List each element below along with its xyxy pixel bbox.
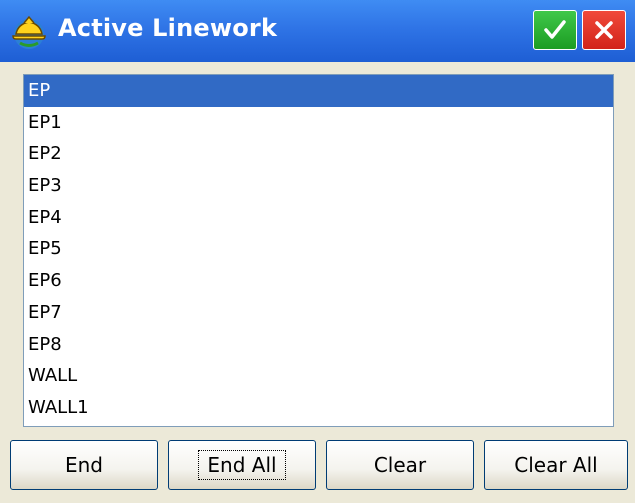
list-item[interactable]: EP6 bbox=[24, 265, 613, 297]
end-button[interactable]: End bbox=[10, 440, 158, 490]
title-bar: Active Linework bbox=[0, 0, 635, 62]
end-all-button-label: End All bbox=[198, 450, 286, 480]
clear-all-button-label: Clear All bbox=[514, 453, 598, 477]
clear-button-label: Clear bbox=[373, 453, 427, 477]
clear-all-button[interactable]: Clear All bbox=[484, 440, 628, 490]
list-item[interactable]: EP5 bbox=[24, 233, 613, 265]
list-item[interactable]: EP7 bbox=[24, 297, 613, 329]
x-icon bbox=[595, 21, 613, 39]
list-item[interactable]: EP4 bbox=[24, 202, 613, 234]
end-button-label: End bbox=[64, 453, 103, 477]
list-item[interactable]: EP bbox=[24, 75, 613, 107]
button-bar: End End All Clear Clear All bbox=[10, 440, 628, 492]
list-item[interactable]: EP3 bbox=[24, 170, 613, 202]
checkmark-icon bbox=[544, 20, 566, 39]
window-title: Active Linework bbox=[58, 14, 278, 42]
construction-helmet-icon bbox=[8, 10, 50, 52]
clear-button[interactable]: Clear bbox=[326, 440, 474, 490]
ok-button[interactable] bbox=[533, 10, 577, 50]
list-item[interactable]: EP8 bbox=[24, 329, 613, 361]
linework-list[interactable]: EP EP1 EP2 EP3 EP4 EP5 EP6 EP7 EP8 WALL … bbox=[23, 74, 614, 427]
list-item[interactable]: EP2 bbox=[24, 138, 613, 170]
list-item[interactable]: EP1 bbox=[24, 107, 613, 139]
list-item[interactable]: WALL bbox=[24, 360, 613, 392]
list-item[interactable]: WALL1 bbox=[24, 392, 613, 424]
end-all-button[interactable]: End All bbox=[168, 440, 316, 490]
close-button[interactable] bbox=[582, 10, 626, 50]
